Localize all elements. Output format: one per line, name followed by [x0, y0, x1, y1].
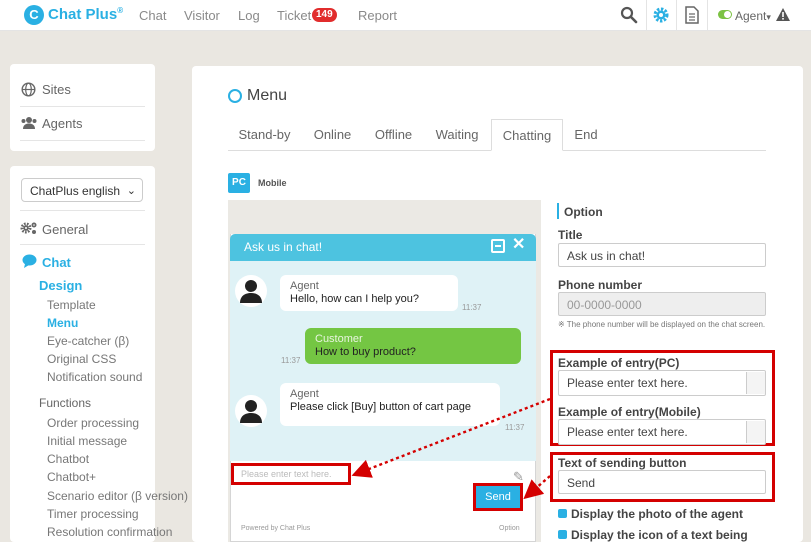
- annotation-arrows: [351, 397, 551, 500]
- arrow-send-text-to-button: [523, 475, 551, 500]
- arrow-entry-to-input: [351, 397, 551, 478]
